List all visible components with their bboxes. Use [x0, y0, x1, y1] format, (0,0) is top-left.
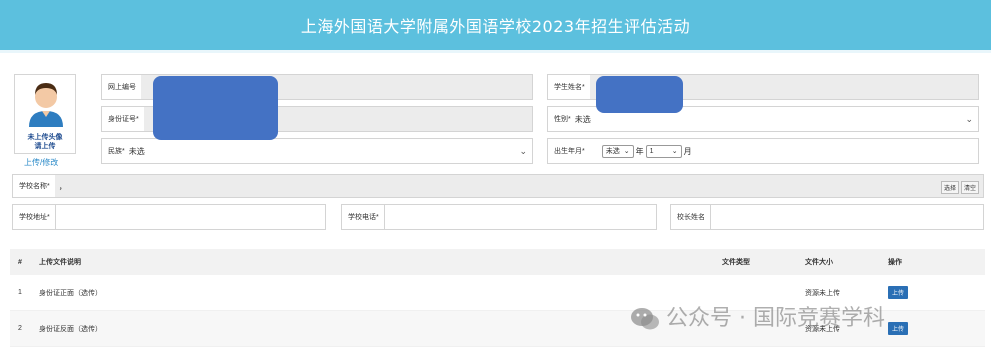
- avatar: 未上传头像 请上传: [14, 74, 76, 154]
- table-header: # 上传文件说明 文件类型 文件大小 操作: [10, 249, 985, 275]
- principal-name-input[interactable]: [711, 205, 983, 229]
- wechat-icon: [631, 308, 659, 330]
- school-name-field: 学校名称 * ， 选择 清空: [12, 174, 984, 198]
- birth-year-select[interactable]: 未选 ⌄: [601, 144, 634, 158]
- redaction-box: [596, 76, 683, 113]
- school-name-input[interactable]: ，: [54, 175, 983, 197]
- birth-value: 未选 ⌄ 年 1 ⌄ 月: [590, 139, 978, 163]
- watermark-text: 公众号 · 国际竞赛学科: [666, 306, 885, 331]
- header-divider: [0, 50, 991, 53]
- upload-button[interactable]: 上传: [888, 286, 909, 299]
- avatar-hint: 未上传头像 请上传: [15, 133, 75, 151]
- row-index: 1: [18, 289, 22, 296]
- school-address-field: 学校地址 *: [12, 204, 326, 230]
- page-title: 上海外国语大学附属外国语学校2023年招生评估活动: [300, 17, 691, 36]
- col-type: 文件类型: [722, 259, 750, 266]
- school-name-actions: 选择 清空: [939, 181, 979, 194]
- birth-field: 出生年月 * 未选 ⌄ 年 1 ⌄ 月: [547, 138, 979, 164]
- school-phone-input[interactable]: [385, 205, 656, 229]
- col-index: #: [18, 258, 22, 266]
- watermark: 公众号 · 国际竞赛学科: [630, 300, 885, 332]
- ethnicity-field: 民族 * 未选 ⌄: [101, 138, 533, 164]
- chevron-down-icon: ⌄: [519, 146, 527, 156]
- upload-avatar-link[interactable]: 上传/修改: [24, 157, 58, 168]
- redaction-box: [153, 76, 278, 140]
- default-avatar-icon: [29, 83, 63, 127]
- col-action: 操作: [888, 259, 902, 266]
- files-table: # 上传文件说明 文件类型 文件大小 操作 1 身份证正面（选传） 资源未上传 …: [10, 249, 985, 347]
- student-name-label: 学生姓名 *: [554, 83, 585, 92]
- ethnicity-label: 民族 *: [108, 147, 125, 156]
- row-size: 资源未上传: [805, 289, 840, 297]
- chevron-down-icon: ⌄: [671, 148, 678, 155]
- school-phone-label: 学校电话 *: [342, 205, 385, 229]
- principal-name-field: 校长姓名: [670, 204, 984, 230]
- school-address-label: 学校地址 *: [13, 205, 56, 229]
- school-address-input[interactable]: [56, 205, 325, 229]
- online-id-label: 网上编号: [108, 84, 136, 91]
- row-desc: 身份证正面（选传）: [39, 289, 102, 297]
- col-size: 文件大小: [805, 259, 833, 266]
- chevron-down-icon: ⌄: [965, 114, 973, 124]
- month-unit: 月: [683, 146, 692, 156]
- upload-button[interactable]: 上传: [888, 322, 909, 335]
- gender-label: 性别 *: [554, 115, 571, 124]
- avatar-hint-line1: 未上传头像: [27, 134, 63, 141]
- row-desc: 身份证反面（选传）: [39, 325, 102, 333]
- ethnicity-select[interactable]: 未选: [125, 139, 532, 163]
- chevron-down-icon: ⌄: [623, 148, 630, 155]
- year-unit: 年: [635, 146, 644, 156]
- school-name-label: 学校名称 *: [19, 182, 50, 191]
- clear-school-button[interactable]: 清空: [960, 181, 979, 194]
- avatar-hint-line2: 请上传: [34, 143, 56, 150]
- col-desc: 上传文件说明: [39, 259, 81, 266]
- id-card-label: 身份证号 *: [108, 115, 139, 124]
- birth-month-select[interactable]: 1 ⌄: [645, 144, 682, 158]
- school-phone-field: 学校电话 *: [341, 204, 657, 230]
- principal-name-label: 校长姓名: [671, 205, 711, 229]
- select-school-button[interactable]: 选择: [940, 181, 959, 194]
- row-index: 2: [18, 325, 22, 332]
- birth-label: 出生年月 *: [554, 147, 585, 156]
- page-header: 上海外国语大学附属外国语学校2023年招生评估活动: [0, 0, 991, 50]
